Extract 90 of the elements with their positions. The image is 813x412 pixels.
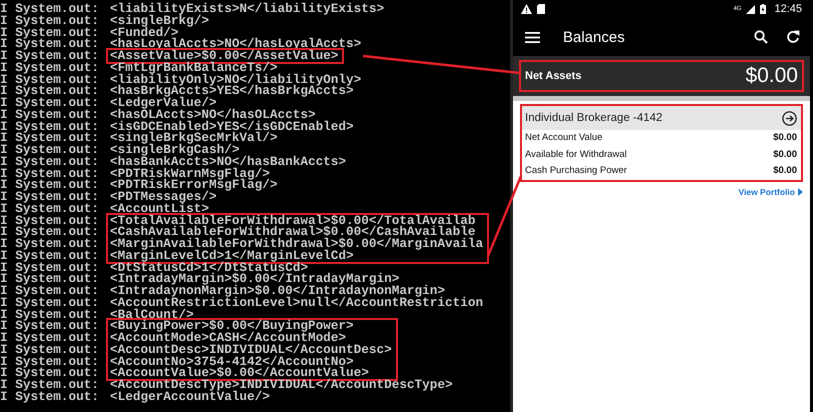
log-prefix: I System.out: [0,14,100,26]
log-message: <Funded/> [110,26,179,38]
log-prefix: I System.out: [0,296,100,308]
signal-icon [746,4,756,14]
log-message: <LedgerAccountValue/> [110,390,270,402]
balance-value: $0.00 [773,131,797,145]
log-message: <AccountDesc>INDIVIDUAL</AccountDesc> [110,344,392,356]
log-message: <liabilityOnly>NO</liabilityOnly> [110,74,362,86]
log-message: <BuyingPower>$0.00</BuyingPower> [110,320,355,332]
log-prefix: I System.out: [0,332,100,344]
log-message: <singleBrkgSecMrkVal/> [110,132,278,144]
log-message: <IntradaynonMargin>$0.00</IntradaynonMargin> [110,285,446,297]
log-message: <singleBrkgCash/> [110,144,240,156]
battery-icon [760,4,766,14]
log-prefix: I System.out: [0,132,100,144]
balance-label: Cash Purchasing Power [525,164,627,178]
log-message: <TotalAvailableForWithdrawal>$0.00</TotalAvailab [110,214,476,226]
log-prefix: I System.out: [0,74,100,86]
log-message: <PDTRiskErrorMsgFlag/> [110,179,279,191]
balance-label: Available for Withdrawal [525,148,627,162]
arrow-circle-icon[interactable] [782,110,797,126]
log-prefix: I System.out: [0,26,100,38]
log-message: <CashAvailableForWithdrawal>$0.00</CashAvailable [110,226,476,238]
log-prefix: I System.out: [0,108,100,120]
log-prefix: I System.out: [0,320,100,332]
log-prefix: I System.out: [0,344,100,356]
log-message: <hasLoyalAccts>NO</hasLoyalAccts> [110,38,362,50]
log-prefix: I System.out: [0,144,100,156]
account-header[interactable]: Individual Brokerage -4142 [522,106,801,130]
log-message: <hasBankAccts>NO</hasBankAccts> [110,156,348,168]
log-prefix: I System.out: [0,250,100,262]
log-prefix: I System.out: [0,390,100,402]
log-message: <hasOLAccts>NO</hasOLAccts> [110,108,316,120]
log-message: <FmtLgrBankBalanceTs/> [110,62,278,74]
balance-value: $0.00 [773,164,797,178]
log-message: <LedgerValue/> [110,97,217,109]
net-assets-value: $0.00 [745,64,798,88]
log-prefix: I System.out: [0,262,100,274]
balance-value: $0.00 [773,148,797,162]
log-message: <AssetValue>$0.00</AssetValue> [110,50,338,62]
log-message: <AccountDescType>INDIVIDUAL</AccountDescType> [110,379,453,391]
log-prefix: I System.out: [0,38,100,50]
log-prefix: I System.out: [0,50,100,62]
view-portfolio-link[interactable]: View Portfolio [738,186,803,196]
menu-icon[interactable] [525,32,540,42]
log-prefix: I System.out: [0,308,100,320]
log-prefix: I System.out: [0,191,100,203]
log-prefix: I System.out: [0,356,100,368]
log-prefix: I System.out: [0,97,100,109]
log-message: <IntradayMargin>$0.00</IntradayMargin> [110,273,400,285]
log-prefix: I System.out: [0,168,100,180]
log-prefix: I System.out: [0,214,100,226]
log-message: <AccountValue>$0.00</AccountValue> [110,367,369,379]
log-prefix: I System.out: [0,238,100,250]
log-message: <AccountList> [110,202,209,214]
log-prefix: I System.out: [0,202,100,214]
log-prefix: I System.out: [0,179,100,191]
refresh-icon[interactable] [786,30,800,44]
warning-icon [521,4,532,14]
log-prefix: I System.out: [0,273,100,285]
log-message: <liabilityExists>N</liabilityExists> [110,3,384,15]
log-prefix: I System.out: [0,285,100,297]
log-message: <singleBrkg/> [110,14,209,26]
log-prefix: I System.out: [0,379,100,391]
log-message: <BalCount/> [110,308,194,320]
search-icon[interactable] [754,30,768,44]
screen-title: Balances [563,28,625,46]
log-prefix: I System.out: [0,156,100,168]
account-title: Individual Brokerage -4142 [525,112,662,124]
log-message: <AccountMode>CASH</AccountMode> [110,332,346,344]
sd-card-icon [537,4,545,14]
log-message: <PDTRiskWarnMsgFlag/> [110,168,270,180]
log-message: <MarginLevelCd>1</MarginLevelCd> [110,250,354,262]
log-message: <MarginAvailableForWithdrawal>$0.00</MarginAvaila [110,238,484,250]
log-prefix: I System.out: [0,3,100,15]
balance-label: Net Account Value [525,131,602,145]
log-prefix: I System.out: [0,120,100,132]
log-message: <PDTMessages/> [110,191,217,203]
log-prefix: I System.out: [0,85,100,97]
log-prefix: I System.out: [0,367,100,379]
log-message: <isGDCEnabled>YES</isGDCEnabled> [110,120,355,132]
log-prefix: I System.out: [0,62,100,74]
clock-time: 12:45 [774,3,802,15]
net-assets-label: Net Assets [525,70,582,82]
caret-icon [798,188,803,196]
log-message: <DtStatusCd>1</DtStatusCd> [110,262,308,274]
log-message: <hasBrkgAccts>YES</hasBrkgAccts> [110,85,354,97]
log-message: <AccountNo>3754-4142</AccountNo> [110,356,354,368]
log-prefix: I System.out: [0,226,100,238]
log-message: <AccountRestrictionLevel>null</AccountRestriction [110,296,484,308]
